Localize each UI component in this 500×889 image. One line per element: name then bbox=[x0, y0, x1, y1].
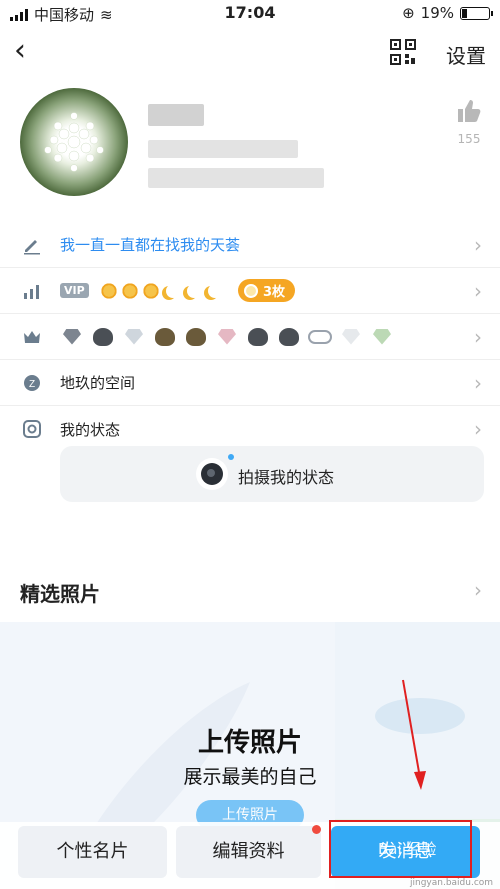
watermark-url: jingyan.baidu.com bbox=[410, 878, 494, 888]
personal-card-button[interactable]: 个性名片 bbox=[18, 826, 167, 878]
chevron-right-icon[interactable]: › bbox=[474, 578, 482, 602]
notification-dot bbox=[312, 825, 321, 834]
coins-count: 3枚 bbox=[263, 285, 286, 300]
moon-icon bbox=[205, 282, 223, 300]
info-list: 我一直一直都在找我的天荟 › VIP 3枚 › › Z 地玖的空间 › 我的状态… bbox=[0, 222, 500, 452]
sun-icon bbox=[142, 281, 160, 300]
coin-icon bbox=[244, 283, 258, 298]
mascot-icon bbox=[277, 326, 301, 348]
coins-badge: 3枚 bbox=[238, 279, 296, 302]
vip-tag: VIP bbox=[60, 283, 89, 298]
nav-bar: ‹ 设置 bbox=[0, 30, 500, 74]
signature-text: 我一直一直都在找我的天荟 bbox=[60, 236, 241, 254]
battery-percent: 19% bbox=[420, 4, 454, 22]
space-icon: Z bbox=[21, 372, 43, 394]
svg-text:Z: Z bbox=[29, 379, 35, 390]
qr-code-icon[interactable] bbox=[390, 39, 416, 65]
level-chart-icon bbox=[21, 280, 43, 302]
avatar[interactable] bbox=[20, 88, 128, 196]
cloud-icon bbox=[308, 326, 332, 348]
chevron-right-icon: › bbox=[474, 324, 482, 349]
status-label: 我的状态 bbox=[60, 420, 121, 439]
sun-icon bbox=[121, 281, 139, 300]
shoot-status-label: 拍摄我的状态 bbox=[238, 468, 335, 487]
upload-photo-subtitle: 展示最美的自己 bbox=[183, 766, 317, 788]
mascot-icon bbox=[184, 326, 208, 348]
username-redacted bbox=[148, 104, 204, 126]
new-dot bbox=[228, 454, 234, 460]
battery-fill bbox=[462, 8, 467, 18]
pencil-icon bbox=[21, 234, 43, 256]
signature-row[interactable]: 我一直一直都在找我的天荟 › bbox=[0, 222, 500, 268]
thumbs-up-icon bbox=[458, 100, 481, 122]
crown-icon bbox=[21, 326, 43, 348]
diamond-icon bbox=[215, 326, 239, 348]
badge-list bbox=[60, 326, 394, 348]
highlight-box bbox=[329, 820, 472, 878]
space-row[interactable]: Z 地玖的空间 › bbox=[0, 360, 500, 406]
moon-icon bbox=[163, 282, 181, 300]
camera-icon bbox=[196, 458, 228, 490]
badges-row[interactable]: › bbox=[0, 314, 500, 360]
like-count: 155 bbox=[457, 132, 481, 146]
chevron-right-icon: › bbox=[474, 278, 482, 303]
diamond-icon bbox=[122, 326, 146, 348]
battery-icon bbox=[460, 6, 493, 20]
like-widget[interactable]: 155 bbox=[456, 98, 482, 146]
mascot-icon bbox=[153, 326, 177, 348]
featured-photos-title: 精选照片 bbox=[20, 582, 100, 606]
chevron-right-icon: › bbox=[474, 232, 482, 257]
diamond-icon bbox=[370, 326, 394, 348]
moon-icon bbox=[184, 282, 202, 300]
mascot-icon bbox=[91, 326, 115, 348]
status-bar: 中国移动 ≋ 17:04 ⊕ 19% bbox=[0, 0, 500, 26]
chevron-right-icon: › bbox=[474, 417, 482, 441]
diamond-icon bbox=[339, 326, 363, 348]
instagram-style-camera-icon bbox=[21, 418, 43, 440]
level-row[interactable]: VIP 3枚 › bbox=[0, 268, 500, 314]
chevron-right-icon: › bbox=[474, 370, 482, 395]
sun-icon bbox=[100, 281, 118, 300]
space-label: 地玖的空间 bbox=[60, 374, 136, 392]
info-redacted-1 bbox=[148, 140, 298, 158]
back-icon[interactable]: ‹ bbox=[14, 36, 26, 66]
level-icons bbox=[100, 281, 223, 300]
upload-photo-title: 上传照片 bbox=[197, 728, 302, 758]
shoot-status-button[interactable]: 拍摄我的状态 bbox=[60, 446, 484, 502]
settings-button[interactable]: 设置 bbox=[446, 40, 486, 69]
diamond-icon bbox=[60, 326, 84, 348]
flower-image bbox=[44, 112, 104, 172]
status-right: ⊕ 19% bbox=[402, 4, 493, 22]
rotation-lock-icon: ⊕ bbox=[402, 4, 415, 22]
mascot-icon bbox=[246, 326, 270, 348]
info-redacted-2 bbox=[148, 168, 324, 188]
edit-profile-button[interactable]: 编辑资料 bbox=[176, 826, 321, 878]
